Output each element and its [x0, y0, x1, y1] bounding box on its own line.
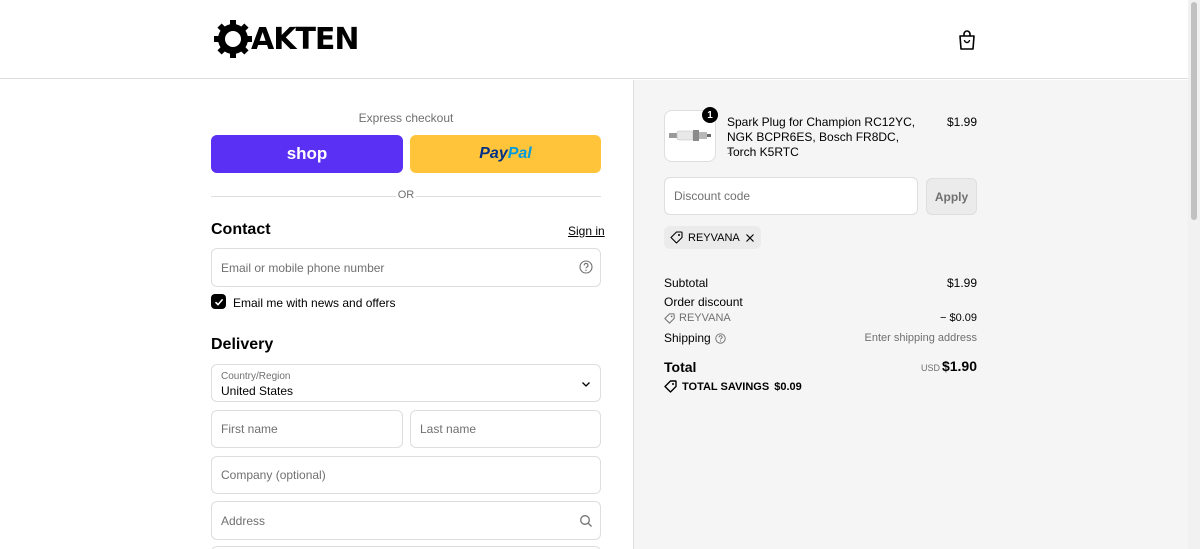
shopping-bag-icon[interactable]: [957, 29, 977, 51]
chevron-down-icon: [582, 382, 590, 387]
shipping-label: Shipping: [664, 331, 711, 345]
total-currency: USD: [920, 363, 940, 373]
country-value: United States: [221, 384, 294, 398]
applied-discount-tag: REYVANA: [664, 226, 761, 249]
newsletter-label: Email me with news and offers: [233, 296, 396, 310]
subtotal-label: Subtotal: [664, 276, 709, 290]
company-field[interactable]: [211, 456, 601, 494]
applied-discount-code: REYVANA: [688, 231, 740, 244]
scrollbar-thumb[interactable]: [1191, 2, 1197, 220]
country-label: Country/Region: [221, 371, 291, 382]
express-checkout-label: Express checkout: [358, 111, 454, 125]
paypal-button[interactable]: Pay Pal: [410, 135, 601, 173]
remove-discount-button[interactable]: [745, 233, 755, 243]
product-name: Spark Plug for Champion RC12YC, NGK BCPR…: [727, 115, 916, 159]
order-discount-label: Order discount: [664, 295, 743, 309]
gear-o-icon: [214, 20, 252, 58]
sign-in-link[interactable]: Sign in: [568, 224, 605, 238]
question-circle-icon[interactable]: [715, 332, 726, 344]
page-scrollbar[interactable]: [1188, 0, 1200, 549]
address-field[interactable]: [211, 501, 601, 540]
shipping-row: Shipping: [664, 331, 726, 345]
shipping-value: Enter shipping address: [864, 332, 977, 344]
logo-text: AKTEN: [251, 21, 360, 57]
address-input[interactable]: [212, 502, 600, 539]
paypal-label-pal: Pal: [507, 145, 532, 162]
email-field[interactable]: [211, 248, 601, 287]
question-circle-icon[interactable]: [579, 260, 593, 274]
or-divider: OR: [211, 189, 601, 203]
or-text: OR: [397, 189, 415, 201]
first-name-field[interactable]: [211, 410, 403, 448]
email-input[interactable]: [212, 249, 600, 286]
total-savings-label: TOTAL SAVINGS: [682, 380, 770, 393]
discount-code-input[interactable]: [665, 178, 917, 214]
company-input[interactable]: [212, 457, 600, 493]
checkmark-icon: [214, 298, 223, 306]
shop-pay-button[interactable]: shop: [211, 135, 403, 173]
paypal-label-pay: Pay: [479, 145, 508, 162]
contact-title: Contact: [211, 221, 271, 238]
logo[interactable]: AKTEN: [213, 18, 360, 60]
tag-icon: [664, 312, 675, 324]
search-icon[interactable]: [579, 514, 593, 528]
quantity-badge: 1: [702, 107, 718, 123]
total-label: Total: [664, 359, 697, 375]
product-price: $1.99: [946, 115, 977, 129]
close-icon: [745, 233, 754, 242]
last-name-input[interactable]: [411, 411, 600, 447]
last-name-field[interactable]: [410, 410, 601, 448]
apply-discount-button[interactable]: Apply: [926, 178, 977, 215]
country-select[interactable]: Country/Region United States: [211, 364, 601, 402]
newsletter-checkbox[interactable]: [211, 294, 226, 309]
first-name-input[interactable]: [212, 411, 402, 447]
discount-code-row: REYVANA: [664, 312, 731, 324]
subtotal-value: $1.99: [946, 276, 977, 290]
total-value: $1.90: [941, 358, 977, 374]
discount-code-field[interactable]: [664, 177, 918, 215]
tag-icon: [664, 380, 677, 393]
delivery-title: Delivery: [211, 336, 274, 353]
total-savings: TOTAL SAVINGS $0.09: [664, 380, 802, 393]
header: AKTEN: [0, 0, 1188, 79]
discount-code-name: REYVANA: [679, 312, 731, 324]
shop-pay-label: shop: [286, 144, 328, 163]
product-variant: 1: [727, 146, 733, 157]
discount-value: − $0.09: [939, 312, 977, 324]
total-savings-value: $0.09: [774, 380, 802, 393]
tag-icon: [670, 231, 683, 244]
